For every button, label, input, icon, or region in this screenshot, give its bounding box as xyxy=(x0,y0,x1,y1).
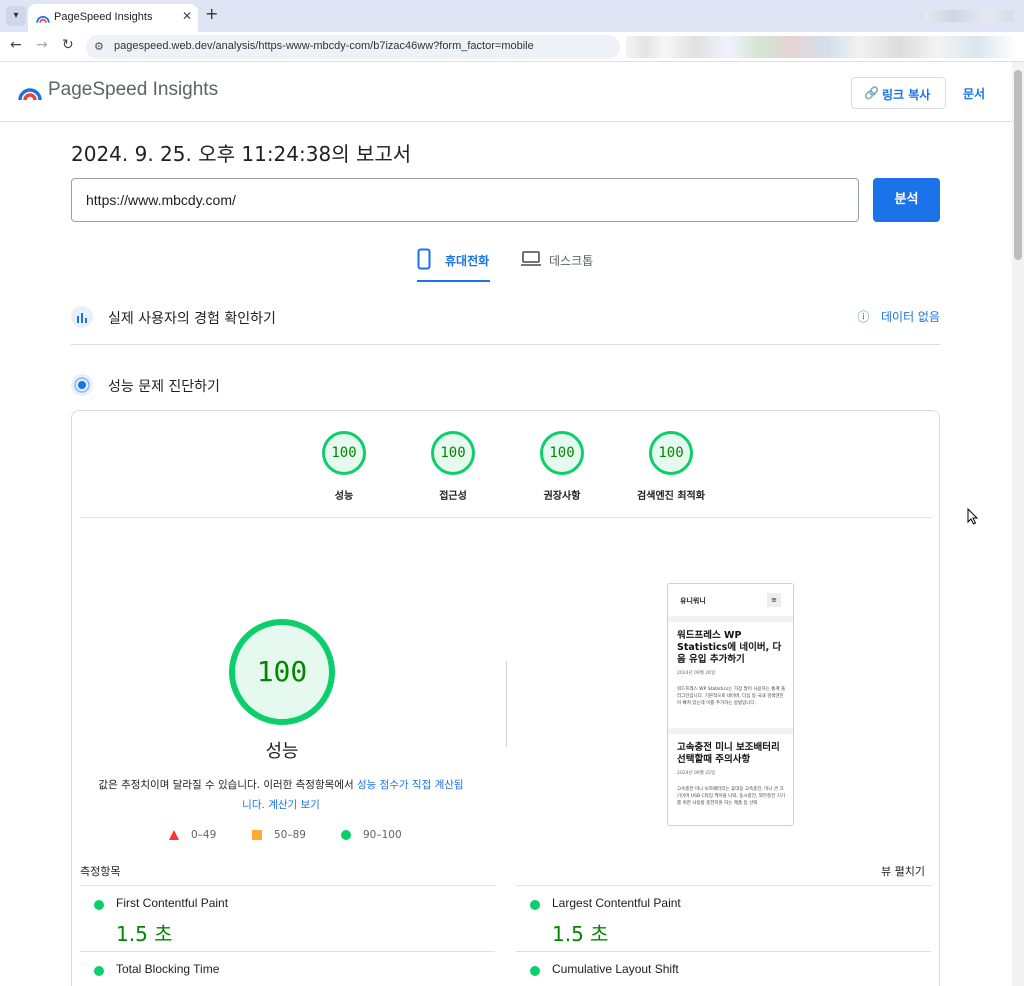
forward-icon[interactable]: → xyxy=(36,37,48,53)
score-label: 권장사항 xyxy=(543,491,581,502)
field-data-title: 실제 사용자의 경험 확인하기 xyxy=(108,311,276,327)
score-value: 100 xyxy=(322,431,366,475)
docs-link[interactable]: 문서 xyxy=(963,85,985,102)
metric-tbt: Total Blocking Time xyxy=(80,951,495,986)
preview-bar xyxy=(668,728,793,734)
phone-icon xyxy=(417,248,431,270)
score-gauge-best-practices[interactable]: 100 권장사항 xyxy=(517,431,607,502)
extensions-area[interactable] xyxy=(626,36,1016,58)
metric-name: Total Blocking Time xyxy=(116,962,220,976)
square-icon xyxy=(252,830,262,840)
tab-desktop[interactable]: 데스크톱 xyxy=(521,248,601,282)
desc-text: 값은 추정치이며 달라질 수 있습니다. 이러한 측정항목에서 xyxy=(98,779,357,791)
report-title: 2024. 9. 25. 오후 11:24:38의 보고서 xyxy=(71,142,412,166)
section-divider xyxy=(71,344,940,345)
omnibox[interactable]: ⚙ pagespeed.web.dev/analysis/https-www-m… xyxy=(86,35,620,59)
score-value: 100 xyxy=(431,431,475,475)
metric-lcp: Largest Contentful Paint 1.5 초 xyxy=(516,885,931,951)
metric-cls: Cumulative Layout Shift xyxy=(516,951,931,986)
mouse-cursor-icon xyxy=(967,508,979,525)
copy-link-button[interactable]: 🔗 링크 복사 xyxy=(851,77,946,109)
diagnose-section: 성능 문제 진단하기 xyxy=(71,370,940,410)
preview-post-date: 2024년 09월 26일 xyxy=(677,671,716,676)
analyze-button[interactable]: 분석 xyxy=(873,178,940,222)
circle-icon xyxy=(341,830,351,840)
new-tab-button[interactable]: + xyxy=(205,4,218,23)
score-value: 100 xyxy=(540,431,584,475)
info-icon: ⓘ xyxy=(857,310,870,324)
back-icon[interactable]: ← xyxy=(10,37,22,53)
field-data-section: 실제 사용자의 경험 확인하기 ⓘ 데이터 없음 xyxy=(71,302,940,342)
diagnose-title: 성능 문제 진단하기 xyxy=(108,379,220,395)
laptop-icon xyxy=(521,251,541,266)
address-bar: ← → ↻ ⚙ pagespeed.web.dev/analysis/https… xyxy=(0,32,1024,62)
vertical-separator xyxy=(506,661,507,747)
url-text[interactable]: pagespeed.web.dev/analysis/https-www-mbc… xyxy=(114,40,534,52)
legend-range: 90–100 xyxy=(363,829,402,841)
score-label: 검색엔진 최적화 xyxy=(637,491,705,502)
metrics-heading: 측정항목 xyxy=(80,865,121,878)
pagespeed-logo-icon xyxy=(18,88,42,101)
preview-post-title: 고속충전 미니 보조배터리 선택할때 주의사항 xyxy=(677,742,780,765)
browser-tab-bar: ▾ PageSpeed Insights ✕ + xyxy=(0,0,1024,32)
score-label: 접근성 xyxy=(439,491,467,502)
tab-mobile-label: 휴대전화 xyxy=(445,254,490,268)
browser-tab[interactable]: PageSpeed Insights ✕ xyxy=(28,4,198,32)
triangle-icon xyxy=(169,830,179,840)
preview-post-date: 2024년 09월 25일 xyxy=(677,771,716,776)
score-gauge-performance[interactable]: 100 성능 xyxy=(299,431,389,502)
metric-name: First Contentful Paint xyxy=(116,896,229,910)
diagnose-icon xyxy=(71,374,93,396)
site-info-icon[interactable]: ⚙ xyxy=(94,40,104,53)
score-label: 성능 xyxy=(334,491,354,502)
tab-close-icon[interactable]: ✕ xyxy=(182,9,192,23)
calculator-link[interactable]: 계산기 보기 xyxy=(268,799,320,811)
metric-name: Largest Contentful Paint xyxy=(552,896,681,910)
preview-post-title: 워드프레스 WP Statistics에 네이버, 다음 유입 추가하기 xyxy=(677,630,782,665)
no-data-status[interactable]: ⓘ 데이터 없음 xyxy=(858,308,940,325)
legend-range: 50–89 xyxy=(274,829,306,841)
preview-post-body: 고속충전 미니 보조배터리는 휴대용 고속충전, 미니 큰 크기이며 USB C… xyxy=(677,787,786,806)
no-data-label: 데이터 없음 xyxy=(880,310,940,324)
site-header: PageSpeed Insights 🔗 링크 복사 문서 xyxy=(0,62,1012,122)
metric-name: Cumulative Layout Shift xyxy=(552,962,679,976)
pass-circle-icon xyxy=(94,900,104,910)
metric-value: 1.5 초 xyxy=(116,922,173,946)
pass-circle-icon xyxy=(530,966,540,976)
copy-link-label: 링크 복사 xyxy=(882,88,931,102)
metric-fcp: First Contentful Paint 1.5 초 xyxy=(80,885,495,951)
window-controls[interactable] xyxy=(924,10,1014,22)
performance-label: 성능 xyxy=(265,741,299,762)
tab-title: PageSpeed Insights xyxy=(54,11,153,23)
diagnose-card: 100 성능 100 접근성 100 권장사항 100 검색엔진 최적화 100… xyxy=(71,410,940,986)
score-gauge-seo[interactable]: 100 검색엔진 최적화 xyxy=(626,431,716,502)
tab-search-button[interactable]: ▾ xyxy=(6,6,26,26)
expand-view-toggle[interactable]: 뷰 펼치기 xyxy=(881,863,925,879)
tab-mobile[interactable]: 휴대전화 xyxy=(417,248,490,282)
performance-description: 값은 추정치이며 달라질 수 있습니다. 이러한 측정항목에서 성능 점수가 직… xyxy=(96,775,466,815)
url-input[interactable] xyxy=(71,178,859,222)
users-chart-icon xyxy=(71,306,93,328)
page-screenshot-preview: 유니워니 ≡ 워드프레스 WP Statistics에 네이버, 다음 유입 추… xyxy=(667,583,794,826)
legend-range: 0–49 xyxy=(191,829,217,841)
tab-desktop-label: 데스크톱 xyxy=(549,254,594,268)
performance-gauge: 100 xyxy=(229,619,335,725)
pass-circle-icon xyxy=(94,966,104,976)
preview-bar xyxy=(668,616,793,622)
card-divider xyxy=(80,517,932,518)
page: PageSpeed Insights 🔗 링크 복사 문서 2024. 9. 2… xyxy=(0,62,1012,986)
link-icon: 🔗 xyxy=(864,86,879,100)
metric-value: 1.5 초 xyxy=(552,922,609,946)
reload-icon[interactable]: ↻ xyxy=(62,37,74,53)
preview-post-body: 워드프레스 WP Statistics는 가장 많이 사용하는 통계 플러그인입… xyxy=(677,687,786,706)
score-value: 100 xyxy=(649,431,693,475)
pass-circle-icon xyxy=(530,900,540,910)
score-gauge-accessibility[interactable]: 100 접근성 xyxy=(408,431,498,502)
page-scrollbar[interactable] xyxy=(1012,62,1024,986)
pagespeed-favicon-icon xyxy=(36,15,50,23)
preview-menu-icon: ≡ xyxy=(767,593,781,607)
logo-text[interactable]: PageSpeed Insights xyxy=(48,79,218,101)
preview-site-name: 유니워니 xyxy=(680,597,706,605)
scrollbar-thumb[interactable] xyxy=(1014,70,1022,260)
